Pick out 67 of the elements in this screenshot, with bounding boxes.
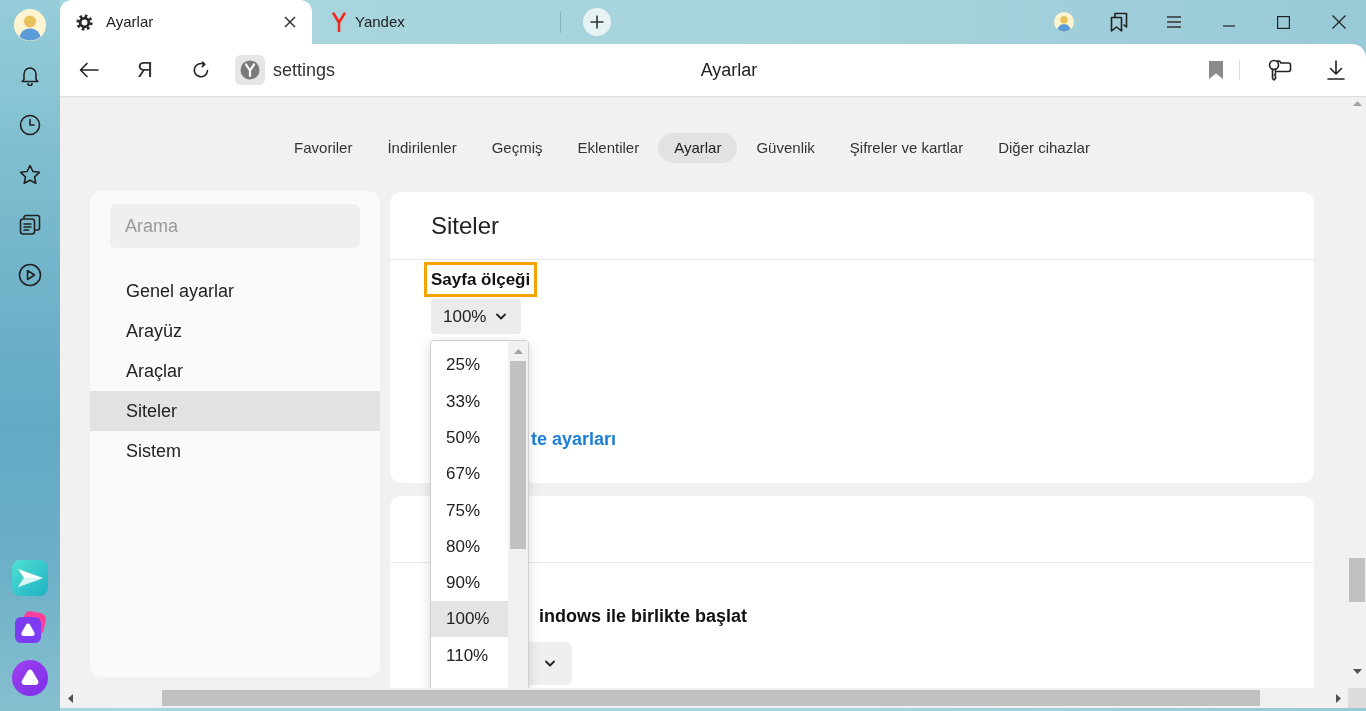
dropdown-option[interactable]: 25%	[431, 347, 508, 384]
new-tab-button[interactable]	[583, 8, 611, 36]
nav-tab[interactable]: Geçmiş	[475, 133, 559, 163]
dropdown-option[interactable]: 33%	[431, 383, 508, 420]
setting-label: indows ile birlikte başlat	[538, 605, 749, 628]
assistant-icon[interactable]	[12, 660, 48, 696]
logo-icon[interactable]	[235, 55, 265, 85]
bell-icon[interactable]	[19, 64, 41, 86]
bookmarks-icon[interactable]	[1109, 12, 1128, 32]
avatar-icon[interactable]	[14, 9, 46, 41]
section-title: Siteler	[431, 210, 500, 241]
plus-icon	[590, 15, 604, 29]
select-field[interactable]	[528, 642, 572, 685]
scrollbar-thumb[interactable]	[162, 690, 1260, 706]
select-field[interactable]: 100%	[431, 299, 521, 334]
dropdown-option[interactable]: 67%	[431, 455, 508, 493]
chevron-down-icon	[496, 313, 507, 320]
cards-icon[interactable]	[19, 214, 41, 236]
close-icon[interactable]	[1331, 15, 1346, 29]
nav-tab[interactable]: Diğer cihazlar	[982, 133, 1106, 163]
nav-tab[interactable]: Güvenlik	[740, 133, 831, 163]
settings-menu-item[interactable]: Siteler	[90, 391, 380, 431]
download-icon[interactable]	[1327, 60, 1345, 80]
reload-icon[interactable]	[192, 61, 210, 79]
settings-menu-item[interactable]: Araçlar	[90, 351, 380, 391]
scrollbar-thumb[interactable]	[510, 361, 526, 549]
close-icon[interactable]	[284, 16, 296, 28]
url-text[interactable]: settings	[273, 56, 336, 84]
dropdown-option[interactable]: 80%	[431, 528, 508, 565]
search-field[interactable]: Arama	[110, 204, 360, 248]
scroll-left-icon[interactable]	[67, 693, 73, 703]
chevron-down-icon	[545, 660, 555, 667]
profile-avatar-icon[interactable]	[1053, 12, 1074, 32]
dropdown-option[interactable]: 75%	[431, 492, 508, 529]
dropdown-option[interactable]: 110%	[431, 637, 508, 674]
scroll-down-icon[interactable]	[1352, 669, 1362, 674]
key-folder-icon[interactable]	[1268, 59, 1292, 81]
setting-label: Sayfa ölçeği	[424, 262, 538, 297]
dropdown-option[interactable]: 100%	[431, 601, 508, 638]
nav-tab[interactable]: İndirilenler	[371, 133, 473, 163]
browser-tab[interactable]: Yandex	[312, 0, 560, 44]
nav-tab[interactable]: Eklentiler	[561, 133, 656, 163]
scrollbar-corner	[1348, 688, 1366, 708]
assistant-app-icon[interactable]	[13, 611, 47, 645]
settings-link[interactable]: te ayarları	[531, 426, 617, 453]
star-icon[interactable]	[19, 164, 41, 186]
home-button[interactable]: Я	[137, 58, 153, 82]
play-icon[interactable]	[18, 263, 42, 287]
settings-menu-item[interactable]: Genel ayarlar	[90, 271, 380, 311]
gear-icon	[76, 13, 93, 31]
settings-menu-item[interactable]: Arayüz	[90, 311, 380, 351]
nav-tab[interactable]: Ayarlar	[658, 133, 738, 163]
dropdown-option[interactable]: 90%	[431, 564, 508, 602]
scrollbar-thumb[interactable]	[1349, 558, 1365, 602]
page-title: Ayarlar	[699, 58, 758, 82]
maximize-icon[interactable]	[1277, 15, 1290, 29]
bookmark-icon[interactable]	[1209, 61, 1223, 79]
settings-menu-item[interactable]: Sistem	[90, 431, 380, 471]
menu-icon[interactable]	[1166, 16, 1181, 28]
clock-icon[interactable]	[19, 114, 41, 136]
scroll-right-icon[interactable]	[1335, 693, 1341, 703]
browser-tab[interactable]: Ayarlar	[60, 0, 312, 44]
nav-tab[interactable]: Şifreler ve kartlar	[833, 133, 980, 163]
nav-tab[interactable]: Favoriler	[278, 133, 369, 163]
dropdown-option[interactable]: 50%	[431, 419, 508, 456]
back-arrow-icon[interactable]	[79, 62, 99, 78]
logo-icon	[332, 12, 346, 32]
